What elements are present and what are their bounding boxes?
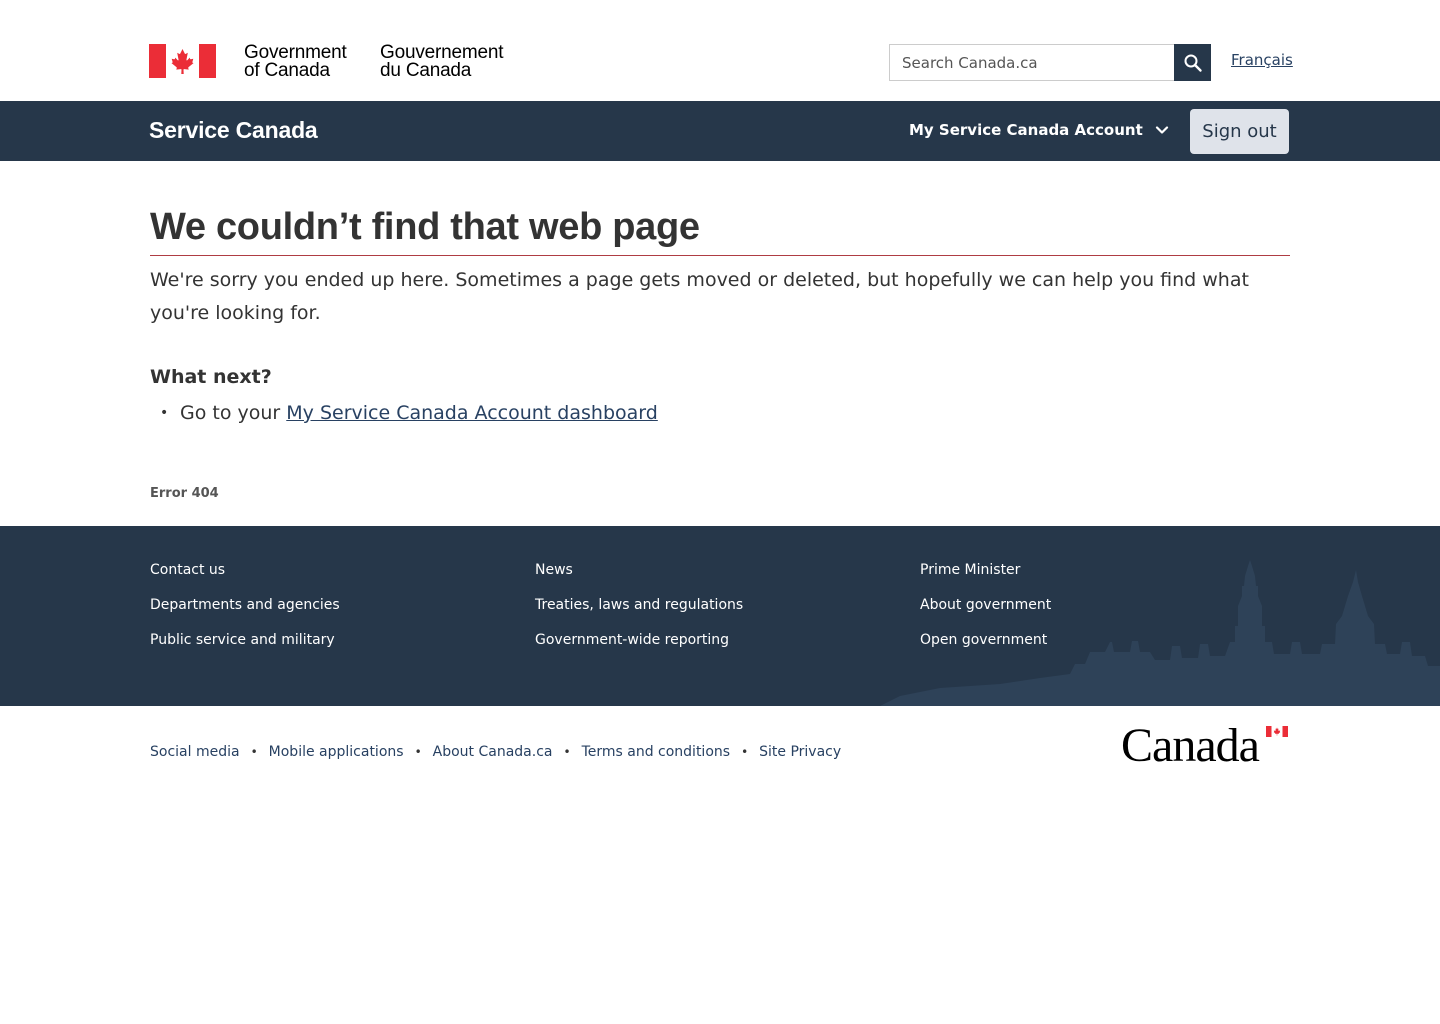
intro-paragraph: We're sorry you ended up here. Sometimes… [150, 269, 1249, 324]
about-canada-link[interactable]: About Canada.ca [433, 744, 553, 760]
page-title: We couldn’t find that web page [150, 206, 700, 248]
canada-flag-icon [1266, 726, 1288, 737]
account-menu-toggle[interactable]: My Service Canada Account [909, 121, 1169, 139]
footer-link-open-government[interactable]: Open government [920, 630, 1051, 665]
footer-link-label: Public service and military [150, 632, 335, 648]
dashboard-link[interactable]: My Service Canada Account dashboard [286, 402, 658, 424]
sub-footer: Social media • Mobile applications • Abo… [0, 706, 1440, 806]
footer-link-label: About government [920, 597, 1052, 613]
list-item-prefix: Go to your [180, 402, 287, 424]
social-media-link[interactable]: Social media [150, 744, 240, 760]
footer-link-label: Government-wide reporting [535, 632, 730, 648]
footer-column-1: Contact us Departments and agencies Publ… [150, 560, 340, 665]
canada-wordmark-text: Canada [1121, 719, 1260, 772]
footer-link-label: Departments and agencies [150, 597, 340, 613]
gouvernement-du-canada-text: Gouvernement du Canada [380, 43, 503, 81]
what-next-heading: What next? [150, 366, 272, 388]
gov-fr-line2: du Canada [380, 60, 472, 81]
footer-link-prime-minister[interactable]: Prime Minister [920, 560, 1051, 595]
footer-link-label: Open government [920, 632, 1048, 648]
search-input[interactable] [890, 45, 1174, 80]
site-privacy-link[interactable]: Site Privacy [759, 744, 841, 760]
sign-out-button[interactable]: Sign out [1190, 109, 1289, 154]
gov-en-line2: of Canada [244, 60, 330, 81]
separator: • [563, 745, 571, 759]
search-button[interactable] [1174, 44, 1211, 81]
what-next-list: • Go to your My Service Canada Account d… [150, 397, 658, 429]
sub-footer-links: Social media • Mobile applications • Abo… [150, 744, 841, 760]
search-icon [1184, 54, 1202, 72]
separator: • [741, 745, 749, 759]
search-box [889, 44, 1175, 81]
footer-column-3: Prime Minister About government Open gov… [920, 560, 1051, 665]
service-bar: Service Canada My Service Canada Account… [0, 101, 1440, 161]
title-underline [150, 255, 1290, 256]
footer-link-label: Treaties, laws and regulations [535, 597, 744, 613]
footer-link-public-service[interactable]: Public service and military [150, 630, 340, 665]
footer-link-treaties[interactable]: Treaties, laws and regulations [535, 595, 743, 630]
separator: • [250, 745, 258, 759]
footer-link-label: News [535, 562, 573, 578]
government-of-canada-text: Government of Canada [244, 43, 347, 81]
canada-wordmark: Canada [1121, 719, 1290, 772]
language-toggle-link[interactable]: Français [1231, 51, 1293, 69]
top-header: Government of Canada Gouvernement du Can… [0, 0, 1440, 101]
footer-link-departments[interactable]: Departments and agencies [150, 595, 340, 630]
canada-flag-icon [149, 44, 216, 78]
account-menu-label: My Service Canada Account [909, 121, 1143, 139]
footer-main: Contact us Departments and agencies Publ… [0, 526, 1440, 706]
footer-link-about-government[interactable]: About government [920, 595, 1051, 630]
chevron-down-icon [1155, 126, 1168, 134]
footer-link-news[interactable]: News [535, 560, 743, 595]
list-item: • Go to your My Service Canada Account d… [150, 397, 658, 429]
footer-column-2: News Treaties, laws and regulations Gove… [535, 560, 743, 665]
government-of-canada-logo[interactable]: Government of Canada Gouvernement du Can… [149, 43, 503, 80]
footer-link-label: Contact us [150, 562, 226, 578]
service-canada-title[interactable]: Service Canada [149, 117, 318, 144]
footer-link-label: Prime Minister [920, 562, 1021, 578]
footer-link-contact-us[interactable]: Contact us [150, 560, 340, 595]
bullet-icon: • [160, 405, 169, 421]
separator: • [414, 745, 422, 759]
error-code: Error 404 [150, 486, 219, 501]
mobile-applications-link[interactable]: Mobile applications [269, 744, 404, 760]
terms-conditions-link[interactable]: Terms and conditions [582, 744, 731, 760]
footer-link-reporting[interactable]: Government-wide reporting [535, 630, 743, 665]
